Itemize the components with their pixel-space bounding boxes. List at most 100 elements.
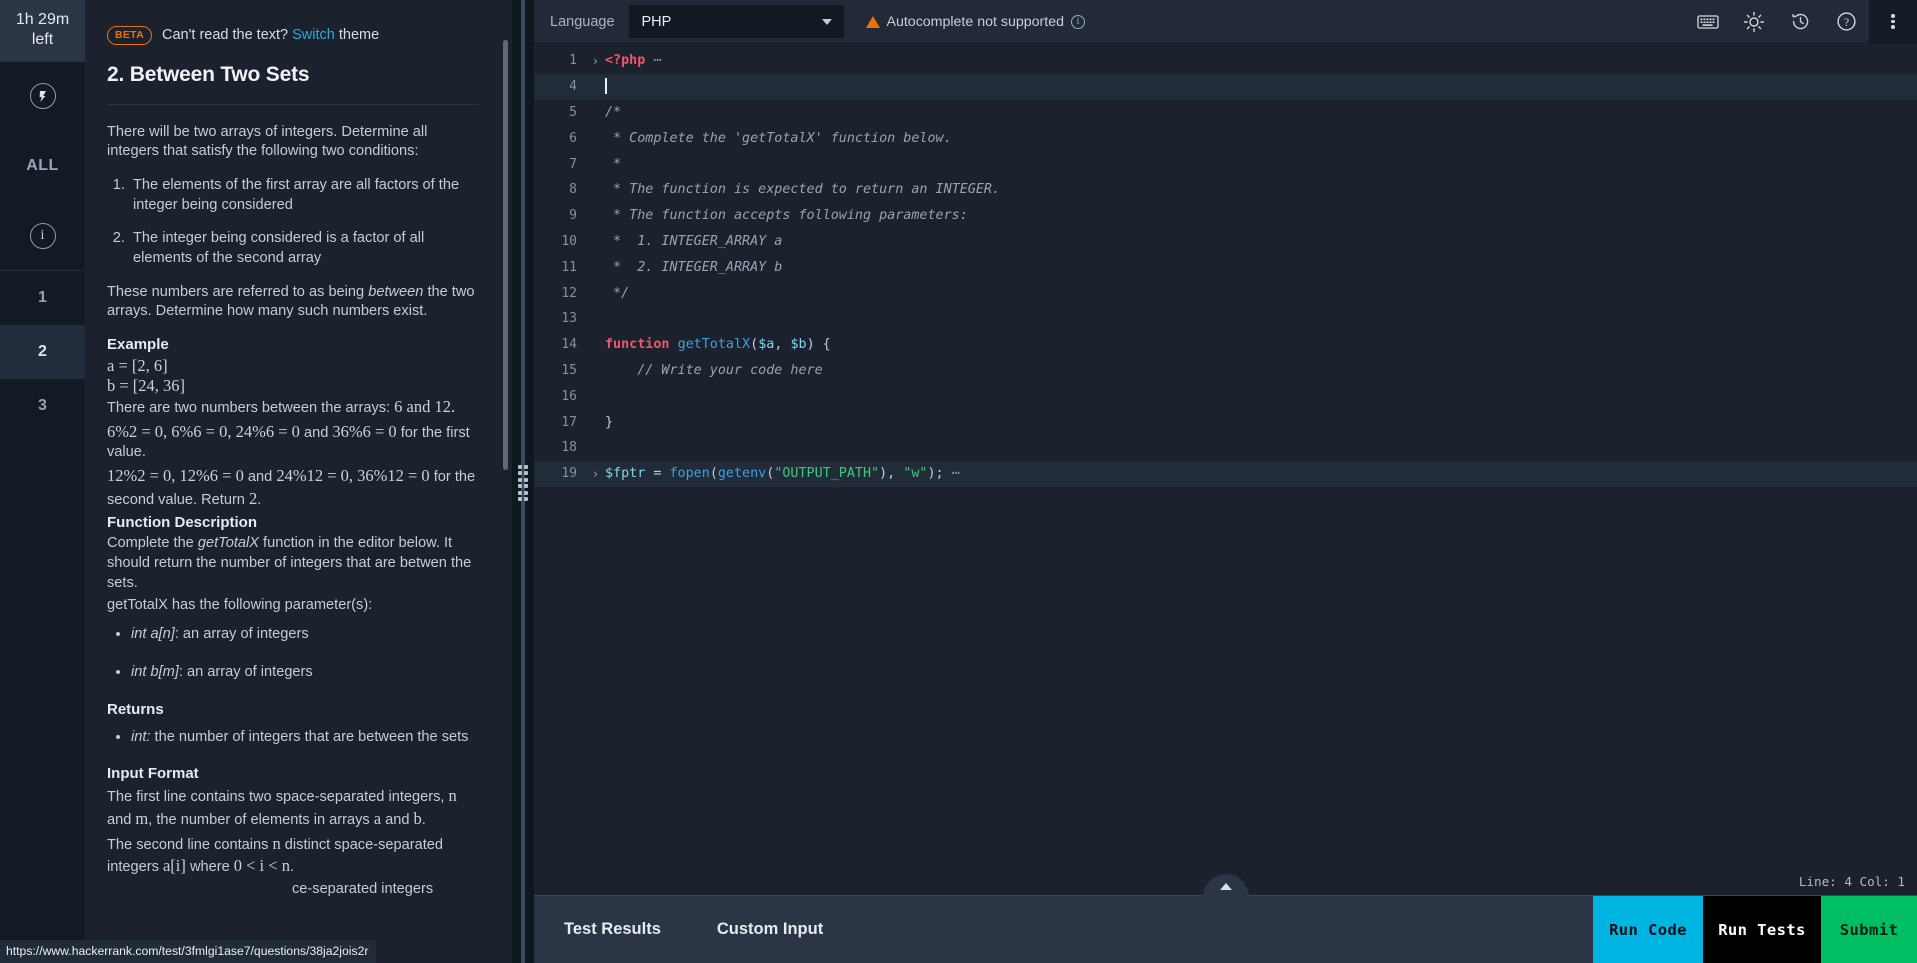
code-line[interactable]: 10 * 1. INTEGER_ARRAY a [534, 229, 1917, 255]
run-code-button[interactable]: Run Code [1593, 896, 1703, 963]
code-text [605, 78, 607, 95]
help-icon[interactable]: ? [1823, 0, 1869, 44]
fold-toggle-icon[interactable]: › [586, 467, 605, 481]
two-numbers-line: There are two numbers between the arrays… [107, 396, 478, 419]
theme-switch-text: Can't read the text? Switch theme [162, 27, 379, 43]
code-line[interactable]: 14 function getTotalX($a, $b) { [534, 332, 1917, 358]
switch-theme-link[interactable]: Switch [292, 27, 335, 43]
tab-custom-input[interactable]: Custom Input [717, 920, 823, 939]
code-token: fopen [669, 466, 710, 482]
input-format-line-2: The second line contains n distinct spac… [107, 833, 478, 878]
line-number: 5 [569, 104, 577, 120]
collapse-panel-button[interactable] [1202, 874, 1249, 918]
line-number: 10 [561, 233, 577, 249]
if1e: , the number of elements in arrays [148, 811, 374, 828]
sidebar-item-question-1[interactable]: 1 [0, 271, 85, 325]
parameter-item-desc: : an array of integers [174, 626, 309, 643]
func-desc-pre: Complete the [107, 535, 198, 552]
code-line[interactable]: 16 [534, 383, 1917, 409]
second-value-math-b: 24%12 = 0, 36%12 = 0 [276, 466, 430, 486]
hackerrank-logo-icon [29, 83, 56, 109]
if2d: a[i] [162, 856, 186, 876]
code-line[interactable]: 13 [534, 306, 1917, 332]
code-editor[interactable]: 1 › <?php ⋯ 4 5/* 6 * Complete the 'getTotalX… [534, 44, 1917, 867]
text-cursor [605, 78, 607, 95]
code-token: = [645, 466, 670, 482]
code-line[interactable]: 1 › <?php ⋯ [534, 48, 1917, 74]
timer-remaining: 1h 29m left [0, 0, 85, 62]
code-line[interactable]: 11 * 2. INTEGER_ARRAY b [534, 254, 1917, 280]
tab-test-results[interactable]: Test Results [564, 920, 661, 939]
code-token: getTotalX [677, 337, 751, 353]
code-line[interactable]: 18 [534, 435, 1917, 461]
fold-toggle-icon[interactable]: › [586, 54, 605, 68]
between-emphasis: between [368, 283, 424, 300]
history-icon[interactable] [1777, 0, 1823, 44]
code-token: "OUTPUT_PATH" [774, 466, 880, 482]
code-token: ⋯ [943, 466, 960, 482]
line-number: 7 [569, 156, 577, 172]
line-number: 17 [561, 414, 577, 430]
panel-splitter[interactable] [512, 0, 534, 963]
hackerrank-test-app: 1h 29m left ALL i 123 BETA Can't read th… [0, 0, 1917, 963]
input-format-heading: Input Format [107, 765, 199, 783]
code-line[interactable]: 4 [534, 73, 1917, 100]
code-line[interactable]: 9 * The function accepts following param… [534, 203, 1917, 229]
return-item: int: the number of integers that are bet… [131, 728, 478, 748]
language-select[interactable]: PHP [628, 5, 844, 38]
code-token: $fptr [605, 466, 646, 482]
splitter-grip-icon[interactable] [518, 465, 528, 501]
second-value-dot: . [257, 491, 262, 508]
hackerrank-logo-button[interactable] [0, 62, 85, 130]
between-paragraph: These numbers are referred to as being b… [107, 283, 478, 322]
run-tests-button[interactable]: Run Tests [1703, 896, 1821, 963]
condition-item: The elements of the first array are all … [129, 176, 478, 215]
if1c: and [107, 811, 136, 828]
code-line[interactable]: 6 * Complete the 'getTotalX' function be… [534, 125, 1917, 151]
math-array-b: b = [24, 36] [107, 376, 186, 395]
autocomplete-warning-text: Autocomplete not supported [886, 13, 1064, 30]
code-line[interactable]: 15 // Write your code here [534, 358, 1917, 384]
info-circle-icon[interactable]: i [1070, 14, 1085, 29]
theme-switch-suffix: theme [334, 27, 380, 44]
problem-statement-panel: BETA Can't read the text? Switch theme 2… [85, 0, 512, 963]
sidebar-item-question-2[interactable]: 2 [0, 325, 85, 379]
first-value-math-b: 36%6 = 0 [332, 421, 397, 441]
sidebar-item-question-3[interactable]: 3 [0, 379, 85, 433]
sidebar-item-all[interactable]: ALL [0, 130, 85, 202]
code-line[interactable]: 5 /* [534, 100, 1917, 126]
code-token: function [605, 337, 670, 353]
code-line[interactable]: 19 › $fptr = fopen(getenv("OUTPUT_PATH"), … [534, 460, 1917, 487]
code-line[interactable]: 8 * The function is expected to return a… [534, 177, 1917, 203]
code-text: function getTotalX($a, $b) { [605, 337, 831, 352]
problem-intro: There will be two arrays of integers. De… [107, 123, 428, 160]
code-line[interactable]: 17} [534, 409, 1917, 435]
brightness-icon[interactable] [1731, 0, 1777, 44]
submit-button[interactable]: Submit [1821, 896, 1917, 963]
condition-item: The integer being considered is a factor… [129, 229, 478, 268]
code-token: * 2. INTEGER_ARRAY b [605, 259, 783, 275]
if1a: The first line contains two space-separa… [107, 789, 449, 806]
if1b: n [448, 786, 457, 806]
if1g: and [381, 811, 414, 828]
code-token: ( [750, 337, 759, 353]
math-array-a: a = [2, 6] [107, 356, 168, 375]
if1i: . [421, 811, 426, 828]
line-number: 14 [561, 337, 577, 353]
code-line[interactable]: 12 */ [534, 280, 1917, 306]
code-text: <?php ⋯ [605, 53, 661, 68]
sidebar-info-button[interactable]: i [0, 202, 85, 270]
code-token: $a [758, 337, 775, 353]
parameter-item-type: int a[n] [131, 626, 175, 643]
if1f: a [373, 808, 382, 828]
keyboard-icon[interactable] [1685, 0, 1731, 44]
code-token: $b [790, 337, 807, 353]
code-text: } [605, 415, 613, 430]
kebab-menu-icon[interactable] [1869, 0, 1917, 44]
first-value-math-line: 6%2 = 0, 6%6 = 0, 24%6 = 0 and 36%6 = 0 … [107, 421, 478, 463]
code-line[interactable]: 7 * [534, 151, 1917, 177]
if1d: m [135, 808, 149, 828]
autocomplete-warning: Autocomplete not supported i [865, 13, 1085, 30]
problem-scrollbar[interactable] [503, 40, 508, 470]
